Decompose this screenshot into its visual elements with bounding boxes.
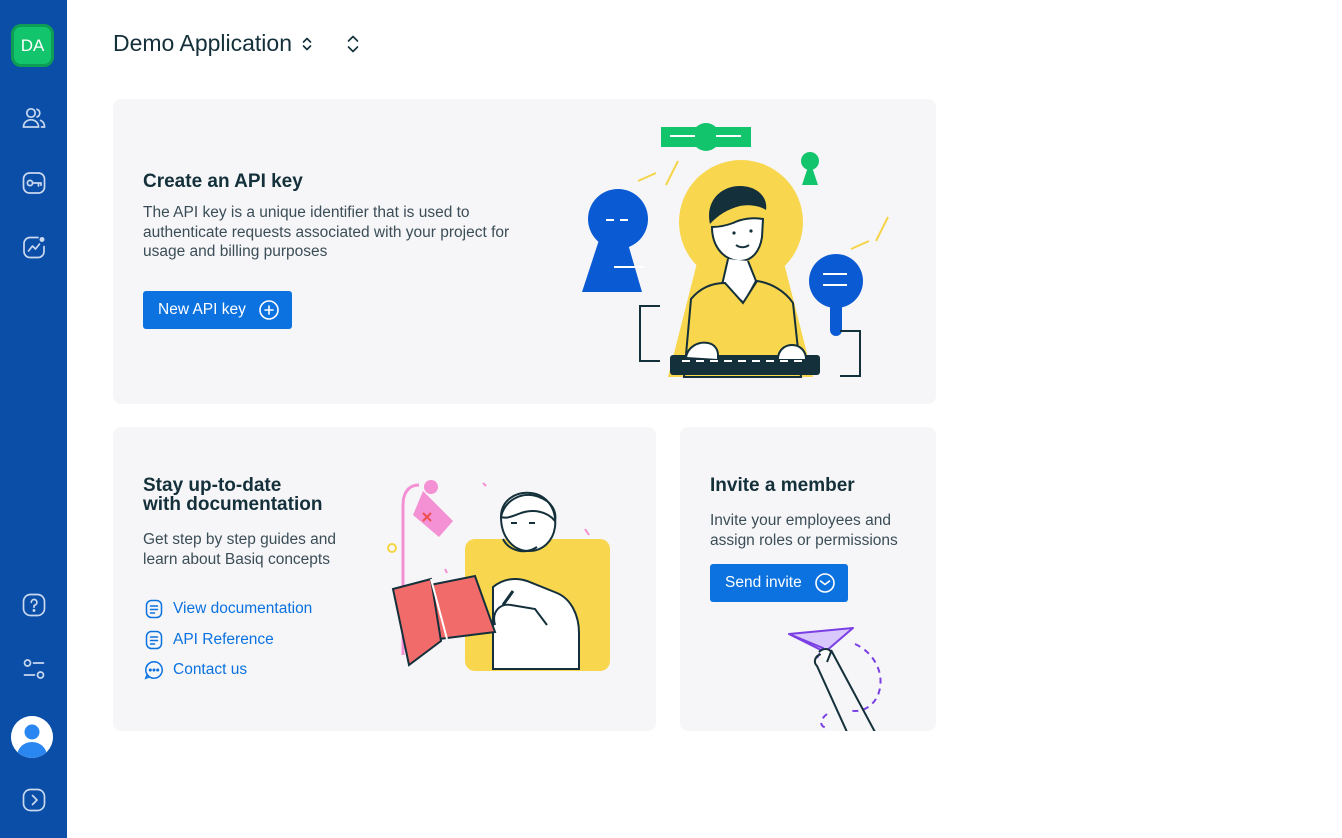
mail-circle-icon	[814, 572, 836, 594]
sidebar-expand-button[interactable]	[0, 778, 67, 826]
documentation-card: Stay up-to-date with documentation Get s…	[113, 427, 656, 731]
send-invite-button[interactable]: Send invite	[710, 564, 848, 602]
expand-icon	[21, 787, 47, 818]
chevron-updown-icon	[345, 32, 361, 61]
app-title: Demo Application	[113, 30, 292, 56]
app-switcher[interactable]: Demo Application	[113, 30, 314, 57]
key-icon	[21, 170, 47, 201]
users-icon	[21, 105, 47, 136]
document-icon	[143, 629, 165, 651]
app-sort-button[interactable]	[344, 33, 362, 59]
sidebar-item-users[interactable]	[0, 96, 67, 144]
api-reference-link[interactable]: API Reference	[143, 629, 274, 651]
workspace-avatar[interactable]: DA	[11, 24, 54, 67]
sidebar-item-settings[interactable]	[0, 647, 67, 695]
sidebar-item-help[interactable]	[0, 583, 67, 631]
chat-icon	[143, 659, 165, 681]
workspace-initials: DA	[20, 35, 45, 55]
reading-person-illustration	[383, 477, 623, 682]
api-card-title: Create an API key	[143, 171, 303, 192]
plus-circle-icon	[258, 299, 280, 321]
contact-us-label: Contact us	[173, 661, 248, 678]
help-icon	[21, 592, 47, 623]
docs-card-title-line1: Stay up-to-date	[143, 475, 282, 496]
api-card-description: The API key is a unique identifier that …	[143, 204, 510, 260]
sidebar-item-api-keys[interactable]	[0, 161, 67, 209]
view-documentation-label: View documentation	[173, 600, 313, 617]
invite-card-title: Invite a member	[710, 475, 855, 496]
contact-us-link[interactable]: Contact us	[143, 659, 247, 681]
docs-card-title-line2: with documentation	[143, 494, 323, 515]
paper-plane-illustration	[785, 622, 895, 731]
sidebar: DA	[0, 0, 67, 838]
new-api-key-label: New API key	[158, 301, 246, 318]
invite-member-card: Invite a member Invite your employees an…	[680, 427, 936, 731]
new-api-key-button[interactable]: New API key	[143, 291, 292, 329]
keyhole-illustration	[578, 119, 898, 389]
user-avatar[interactable]	[11, 716, 53, 758]
analytics-icon	[21, 234, 47, 265]
settings-icon	[21, 656, 47, 687]
sidebar-item-analytics[interactable]	[0, 225, 67, 273]
api-reference-label: API Reference	[173, 631, 274, 648]
send-invite-label: Send invite	[725, 574, 802, 591]
document-icon	[143, 598, 165, 620]
view-documentation-link[interactable]: View documentation	[143, 598, 312, 620]
chevron-updown-icon	[300, 34, 314, 54]
api-key-card: Create an API key The API key is a uniqu…	[113, 99, 936, 404]
invite-card-description: Invite your employees and assign roles o…	[710, 512, 898, 549]
docs-card-description: Get step by step guides and learn about …	[143, 531, 337, 568]
